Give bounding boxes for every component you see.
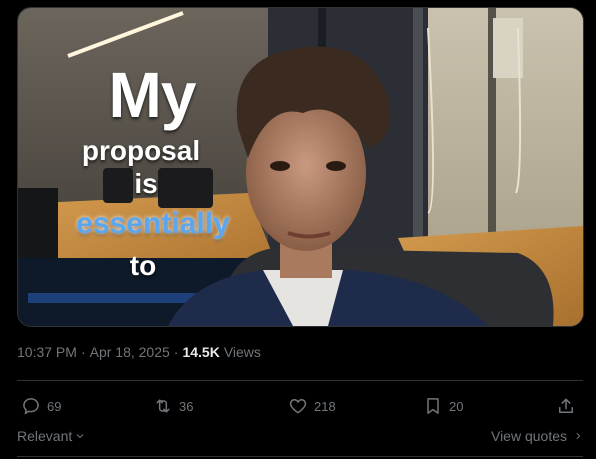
- tweet-time[interactable]: 10:37 PM: [17, 344, 77, 360]
- share-button[interactable]: [556, 392, 576, 420]
- caption-line-1: My: [108, 59, 197, 131]
- reply-icon: [23, 398, 39, 415]
- repost-icon: [156, 399, 170, 413]
- bookmark-count: 20: [449, 398, 464, 414]
- reply-count: 69: [47, 398, 62, 414]
- repost-count: 36: [179, 398, 194, 414]
- video-media[interactable]: My proposal is essentially to: [17, 7, 584, 327]
- share-icon: [559, 398, 573, 413]
- meta-dot: ·: [173, 344, 179, 360]
- caption-line-4: essentially: [76, 207, 230, 240]
- view-quotes-link[interactable]: View quotes: [491, 428, 583, 444]
- like-button[interactable]: 218: [288, 392, 336, 420]
- heart-icon: [289, 398, 307, 414]
- video-frame: [18, 8, 583, 326]
- tweet-date[interactable]: Apr 18, 2025: [90, 344, 170, 360]
- sort-label: Relevant: [17, 428, 73, 444]
- views-label: Views: [223, 344, 261, 360]
- divider-bottom: [17, 456, 583, 457]
- caption-line-5: to: [129, 250, 157, 281]
- view-quotes-label: View quotes: [490, 428, 567, 444]
- repost-button[interactable]: 36: [153, 392, 193, 420]
- chevron-right-icon: [576, 432, 581, 440]
- views-count: 14.5K: [182, 344, 220, 360]
- caption-line-3: is: [134, 168, 158, 199]
- reply-button[interactable]: 69: [21, 392, 61, 420]
- bookmark-button[interactable]: 20: [423, 392, 463, 420]
- replies-header: Relevant View quotes: [17, 428, 583, 448]
- bookmark-icon: [427, 398, 439, 414]
- divider-top: [17, 380, 583, 381]
- caption-line-2: proposal: [81, 135, 201, 166]
- like-count: 218: [314, 398, 336, 414]
- tweet-meta: 10:37 PM · Apr 18, 2025 · 14.5K Views: [17, 344, 261, 360]
- sort-dropdown[interactable]: Relevant: [17, 428, 86, 444]
- chevron-down-icon: [76, 434, 84, 439]
- meta-separator: ·: [80, 344, 86, 360]
- action-bar: 69 36 218 20: [17, 392, 583, 420]
